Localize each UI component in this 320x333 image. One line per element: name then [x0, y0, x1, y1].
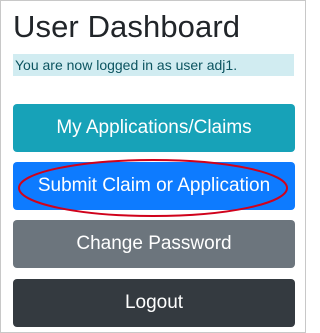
submit-claim-or-application-button[interactable]: Submit Claim or Application: [13, 162, 295, 210]
change-password-button[interactable]: Change Password: [13, 220, 295, 268]
my-applications-claims-button[interactable]: My Applications/Claims: [13, 104, 295, 152]
logout-button[interactable]: Logout: [13, 279, 295, 327]
dashboard-panel: User Dashboard You are now logged in as …: [0, 0, 306, 333]
login-status-alert: You are now logged in as user adj1.: [13, 54, 294, 76]
page-title: User Dashboard: [13, 9, 241, 44]
